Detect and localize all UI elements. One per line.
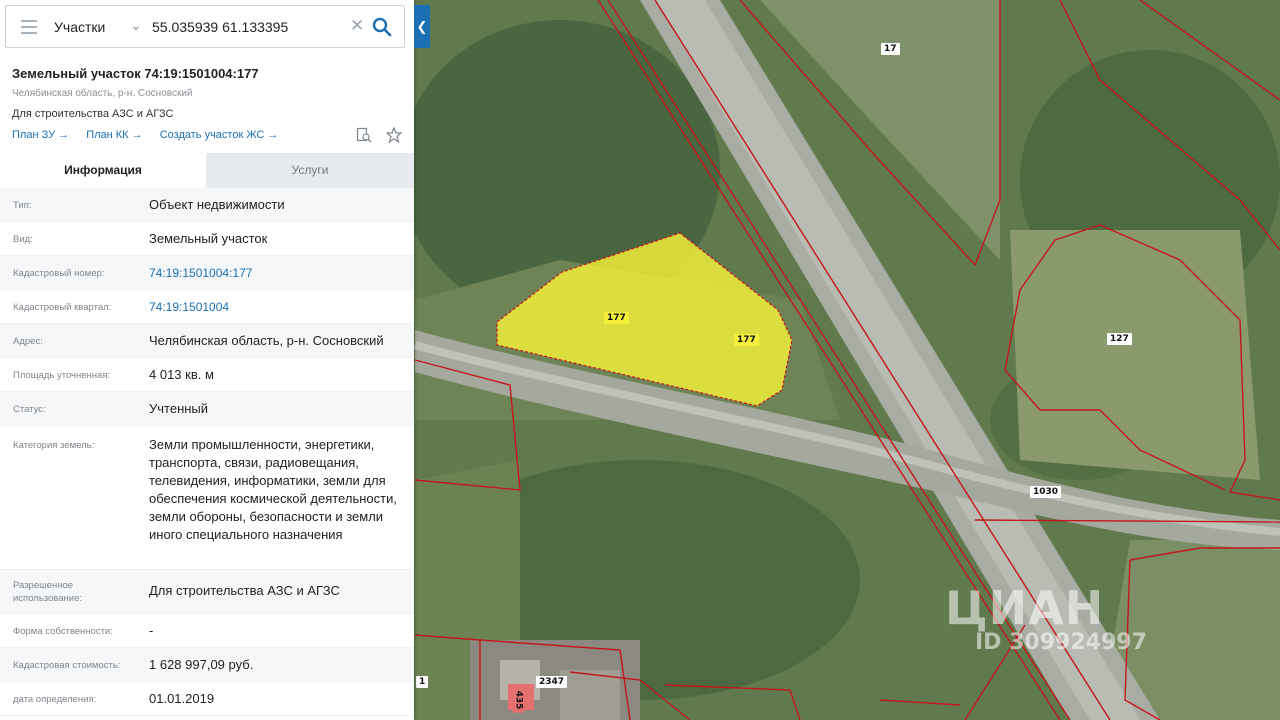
info-row: Площадь уточненная: 4 013 кв. м [0,358,414,392]
info-row: Вид: Земельный участок [0,222,414,256]
plan-zu-link[interactable]: План ЗУ → [12,129,69,141]
cadastral-quarter-link[interactable]: 74:19:1501004 [149,298,401,316]
row-value: 4 013 кв. м [149,367,214,382]
row-key: Кадастровая стоимость: [13,660,121,671]
info-row: Кадастровая стоимость: 1 628 997,09 руб. [0,648,414,682]
tabs: Информация Услуги [0,153,414,189]
parcel-label: 127 [1107,333,1132,345]
row-key: Кадастровый номер: [13,268,105,279]
info-row: Адрес: Челябинская область, р-н. Сосновс… [0,324,414,358]
row-key: дата определения: [13,694,97,705]
tab-services[interactable]: Услуги [206,153,414,188]
search-bar: Участки ⌄ ✕ [5,5,405,48]
row-value: Челябинская область, р-н. Сосновский [149,333,384,348]
parcel-title: Земельный участок 74:19:1501004:177 [12,66,259,81]
info-panel: Участки ⌄ ✕ Земельный участок 74:19:1501… [0,0,414,720]
plan-kk-link[interactable]: План КК → [86,129,142,141]
chevron-down-icon[interactable]: ⌄ [130,17,142,34]
row-value: Земельный участок [149,231,268,246]
chevron-left-icon[interactable]: ❮ [414,5,430,48]
row-key: Кадастровый квартал: [13,302,112,313]
menu-icon[interactable] [21,20,37,34]
document-search-icon[interactable] [356,127,372,148]
info-row: Тип: Объект недвижимости [0,188,414,222]
row-value: Земли промышленности, энергетики, трансп… [149,437,397,542]
create-parcel-link[interactable]: Создать участок ЖС → [160,129,279,141]
info-row: Кадастровый квартал: 74:19:1501004 [0,290,414,324]
parcel-region: Челябинская область, р-н. Сосновский [12,88,193,99]
parcel-label: 1 [416,676,429,688]
star-icon[interactable] [385,126,404,148]
info-row: Кадастровый номер: 74:19:1501004:177 [0,256,414,290]
search-input[interactable] [152,19,342,35]
search-icon[interactable] [372,17,392,37]
parcel-usage: Для строительства АЗС и АГЗС [12,108,174,120]
row-value: 01.01.2019 [149,691,215,706]
tool-icons [356,126,412,148]
row-key: Разрешенное использование: [13,580,83,604]
row-value: Для строительства АЗС и АГЗС [149,583,340,598]
info-row: Форма собственности: - [0,614,414,648]
info-row: Статус: Учтенный [0,392,414,426]
info-row: Категория земель: Земли промышленности, … [0,426,414,570]
row-value: Объект недвижимости [149,197,285,212]
parcel-label: 1030 [1030,486,1062,498]
row-key: Адрес: [13,336,43,347]
close-icon[interactable]: ✕ [350,16,364,36]
layer-select[interactable]: Участки [54,19,105,35]
tab-information[interactable]: Информация [0,153,206,188]
info-row: дата определения: 01.01.2019 [0,682,414,716]
row-key: Форма собственности: [13,626,113,637]
row-key: Площадь уточненная: [13,370,111,381]
parcel-label: 177 [604,312,629,324]
row-value: Учтенный [149,401,209,416]
action-links: План ЗУ → План КК → Создать участок ЖС → [12,129,292,141]
parcel-label: 17 [881,43,900,55]
row-value: - [149,623,154,638]
info-table: Тип: Объект недвижимости Вид: Земельный … [0,188,414,716]
info-row: Разрешенное использование: Для строитель… [0,570,414,614]
cadastral-number-link[interactable]: 74:19:1501004:177 [149,264,401,282]
parcel-label: 177 [734,334,759,346]
row-key: Статус: [13,404,46,415]
row-key: Категория земель: [13,440,95,451]
row-key: Тип: [13,200,32,211]
row-value: 1 628 997,09 руб. [149,657,254,672]
parcel-label: 435 [512,687,525,713]
row-key: Вид: [13,234,33,245]
parcel-label: 2347 [536,676,568,688]
